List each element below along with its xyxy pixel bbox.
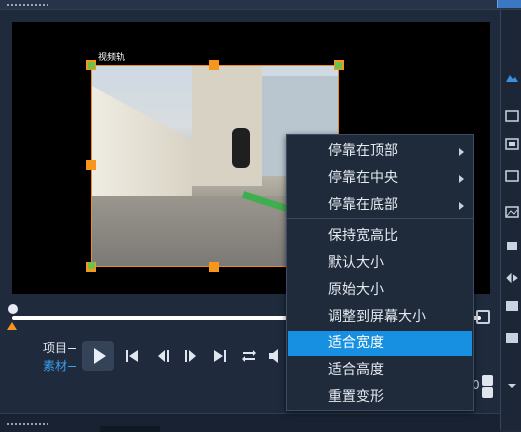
- menu-item-fit-width[interactable]: 适合宽度: [288, 331, 472, 356]
- overlay-icon[interactable]: [505, 300, 519, 312]
- menu-item-original-size[interactable]: 原始大小: [288, 278, 472, 303]
- menu-item-keep-aspect-ratio[interactable]: 保持宽高比: [288, 224, 472, 249]
- menu-item-dock-bottom[interactable]: 停靠在底部: [288, 193, 472, 218]
- grip-dots-icon[interactable]: [6, 4, 48, 6]
- go-to-start-icon[interactable]: [122, 345, 142, 367]
- menu-item-fit-to-screen[interactable]: 调整到屏幕大小: [288, 305, 472, 330]
- enlarge-preview-icon[interactable]: [476, 310, 490, 324]
- distort-handle-top-right[interactable]: [335, 62, 342, 69]
- playhead[interactable]: [8, 304, 18, 314]
- filter-icon[interactable]: [505, 170, 519, 182]
- menu-item-dock-center[interactable]: 停靠在中央: [288, 166, 472, 191]
- graphics-icon[interactable]: [505, 206, 519, 218]
- distort-handle-bottom-left[interactable]: [88, 262, 95, 269]
- project-mode-toggle[interactable]: 项目: [43, 341, 67, 355]
- submenu-arrow-icon: [459, 148, 464, 156]
- previous-frame-icon[interactable]: [155, 345, 175, 367]
- text-icon[interactable]: [505, 110, 519, 122]
- clip-mode-toggle[interactable]: 素材: [43, 359, 67, 373]
- video-editor-window: 视频轨 项目 素材 0 停靠在顶部 停靠在中央 停靠在底部 保持宽高比 默认大小…: [0, 0, 521, 432]
- menu-item-label: 停靠在底部: [328, 197, 398, 213]
- bottom-tab[interactable]: [100, 426, 160, 432]
- menu-item-label: 停靠在中央: [328, 170, 398, 186]
- effects-icon[interactable]: [505, 332, 519, 344]
- volume-icon[interactable]: [266, 345, 286, 367]
- distort-handle-top-left[interactable]: [88, 62, 95, 69]
- panel-tab-accent[interactable]: [497, 0, 521, 8]
- motion-icon[interactable]: [505, 240, 519, 252]
- menu-item-reset-transform[interactable]: 重置变形: [288, 385, 472, 410]
- play-icon: [93, 348, 106, 364]
- chevron-down-icon[interactable]: [505, 380, 519, 392]
- transition-icon[interactable]: [505, 138, 519, 150]
- mode-divider: [68, 366, 76, 367]
- media-icon[interactable]: [505, 72, 519, 84]
- submenu-arrow-icon: [459, 202, 464, 210]
- track-label: 视频轨: [97, 53, 127, 63]
- resize-handle-top[interactable]: [209, 60, 219, 70]
- menu-item-dock-top[interactable]: 停靠在顶部: [288, 139, 472, 164]
- mode-divider: [68, 348, 76, 349]
- audio-icon[interactable]: [505, 272, 519, 284]
- menu-separator: [287, 218, 473, 219]
- go-to-end-icon[interactable]: [210, 345, 230, 367]
- menu-item-fit-height[interactable]: 适合高度: [288, 358, 472, 383]
- trim-marker-icon[interactable]: [7, 322, 17, 330]
- menu-item-label: 停靠在顶部: [328, 143, 398, 159]
- submenu-arrow-icon: [459, 175, 464, 183]
- panel-title-bar: [0, 0, 521, 10]
- next-frame-icon[interactable]: [180, 345, 200, 367]
- right-tool-strip: [500, 10, 521, 430]
- resize-handle-bottom[interactable]: [209, 262, 219, 272]
- resize-handle-left[interactable]: [86, 160, 96, 170]
- play-button[interactable]: [82, 341, 114, 371]
- timecode-spinner[interactable]: 0: [472, 374, 494, 398]
- spinner-down-icon[interactable]: [482, 387, 493, 398]
- repeat-icon[interactable]: [239, 345, 259, 367]
- spinner-up-icon[interactable]: [482, 375, 493, 386]
- grip-dots-icon[interactable]: [6, 423, 48, 425]
- context-menu: 停靠在顶部 停靠在中央 停靠在底部 保持宽高比 默认大小 原始大小 调整到屏幕大…: [286, 134, 474, 411]
- bottom-panel-bar: [0, 413, 500, 432]
- menu-item-default-size[interactable]: 默认大小: [288, 251, 472, 276]
